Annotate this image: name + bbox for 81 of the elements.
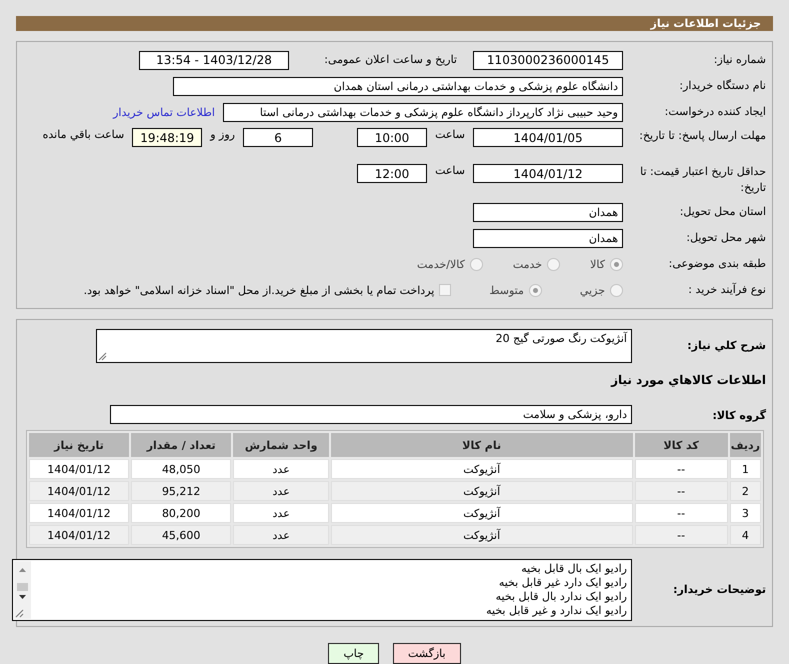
buyer-field: دانشگاه علوم پزشکی و خدمات بهداشتی درمانی استان همدان: [173, 76, 623, 96]
field-label: نوع فرآیند خرید :: [687, 282, 766, 298]
column-header: تعداد / مقدار: [130, 433, 232, 457]
table-cell: آنژیوکت: [330, 481, 633, 501]
table-cell: 45,600: [130, 525, 232, 545]
goods-group-field: دارو، پزشکی و سلامت: [110, 405, 632, 424]
table-cell: عدد: [233, 459, 329, 479]
column-header: ردیف: [730, 433, 761, 457]
radio-label: جزیي: [580, 284, 605, 296]
announce-date-field: 1403/12/28 - 13:54: [139, 50, 289, 70]
days-field: 6: [243, 128, 313, 147]
field-label: حداقل تاریخ اعتبار قیمت: تا تاریخ:: [639, 164, 766, 196]
table-cell: 95,212: [130, 481, 232, 501]
radio-button[interactable]: [528, 284, 542, 296]
table-cell: 48,050: [130, 459, 232, 479]
date-field: 1404/01/12: [473, 164, 623, 183]
table-cell: آنژیوکت: [330, 525, 633, 545]
province-field: همدان: [473, 202, 623, 222]
table-cell: 1: [730, 459, 761, 479]
radio-label: کالا/خدمت: [417, 258, 465, 270]
city-field: همدان: [473, 228, 623, 248]
radio-button[interactable]: [470, 258, 483, 270]
table-cell: 1404/01/12: [29, 459, 129, 479]
radio-label: متوسط: [489, 284, 524, 296]
field-label: توضیحات خریدار:: [672, 582, 766, 598]
column-header: واحد شمارش: [233, 433, 329, 457]
radio-label: خدمت: [512, 258, 542, 270]
resize-handle-icon[interactable]: [98, 352, 107, 361]
column-header: تاریخ نیاز: [29, 433, 129, 457]
radio-button[interactable]: [610, 258, 623, 270]
table-cell: 4: [730, 525, 761, 545]
back-button[interactable]: بازگشت: [392, 643, 461, 664]
buyer-contact-link[interactable]: اطلاعات تماس خریدار: [113, 106, 215, 118]
field-label: مهلت ارسال پاسخ: تا تاریخ:: [638, 128, 766, 144]
creator-field: وحید حبیبی نژاد کارپرداز دانشگاه علوم پزشکی و خدمات بهداشتی درمانی استا: [223, 102, 623, 122]
section-heading: اطلاعات کالاهاي مورد نياز: [611, 373, 766, 387]
table-cell: --: [634, 503, 728, 523]
time-field: 12:00: [357, 164, 427, 183]
table-cell: 1404/01/12: [29, 481, 129, 501]
column-header: نام کالا: [330, 433, 633, 457]
buyer-notes-textarea[interactable]: رادیو ایک بال قابل بخیه رادیو ایک دارد غیر قابل بخیه رادیو ایک ندارد بال قابل بخیه رادیو ایک ندارد و غیر قابل بخیه: [12, 559, 632, 621]
page-title: جزئیات اطلاعات نیاز: [650, 17, 761, 30]
checkbox[interactable]: [439, 284, 452, 296]
table-cell: 2: [730, 481, 761, 501]
table-cell: 3: [730, 503, 761, 523]
radio-button[interactable]: [610, 284, 623, 296]
radio-label: کالا: [590, 258, 605, 270]
field-label: شماره نیاز:: [712, 52, 766, 68]
field-label: طبقه بندی موضوعی:: [668, 256, 766, 272]
field-label: نام دستگاه خریدار:: [678, 78, 766, 94]
field-label: ایجاد کننده درخواست:: [664, 104, 766, 120]
field-label: تاریخ و ساعت اعلان عمومی:: [323, 52, 457, 68]
table-cell: --: [634, 525, 728, 545]
field-label: گروه کالا:: [711, 408, 766, 424]
table-cell: عدد: [233, 481, 329, 501]
time-field: 10:00: [357, 128, 427, 147]
column-header: کد کالا: [634, 433, 728, 457]
field-label: استان محل تحویل:: [678, 204, 766, 220]
table-cell: 1404/01/12: [29, 503, 129, 523]
table-cell: --: [634, 459, 728, 479]
time-label: ساعت: [435, 128, 465, 141]
field-label: شهر محل تحویل:: [685, 230, 766, 246]
radio-button[interactable]: [547, 258, 560, 270]
table-cell: --: [634, 481, 728, 501]
table-cell: 80,200: [130, 503, 232, 523]
days-label: روز و: [210, 128, 235, 141]
table-cell: آنژیوکت: [330, 503, 633, 523]
table-cell: 1404/01/12: [29, 525, 129, 545]
table-cell: عدد: [233, 503, 329, 523]
need-number-field: 1103000236000145: [473, 50, 623, 70]
remaining-time-field: 19:48:19: [132, 128, 202, 147]
checkbox-label: پرداخت تمام یا بخشی از مبلغ خرید.از محل "اسناد خزانه اسلامی" خواهد بود.: [84, 284, 434, 296]
table-cell: آنژیوکت: [330, 459, 633, 479]
field-label: شرح کلي نياز:: [686, 338, 766, 354]
table-cell: عدد: [233, 525, 329, 545]
scrollbar[interactable]: [14, 561, 31, 619]
remaining-label: ساعت باقي مانده: [42, 128, 124, 141]
date-field: 1404/01/05: [473, 128, 623, 147]
time-label: ساعت: [435, 164, 465, 177]
print-button[interactable]: چاپ: [328, 643, 379, 664]
description-textarea[interactable]: آنژیوکت رنگ صورتی گیج 20: [96, 329, 632, 363]
